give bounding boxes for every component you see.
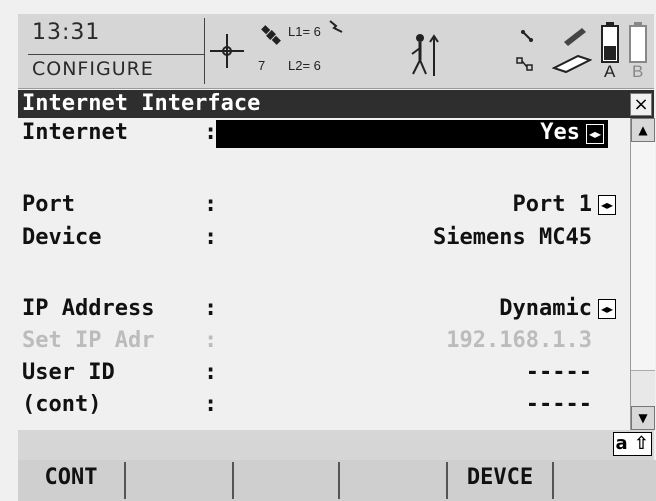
ip-address-row[interactable]: IP Address : Dynamic ◂▸ [18, 294, 630, 324]
scrollbar[interactable]: ▲ ▼ [630, 118, 655, 430]
connection-icon [520, 28, 534, 42]
device-row: Device : Siemens MC45 [18, 223, 630, 253]
device-screen: 13:31 CONFIGURE 7 L1= 6 L2= 6 A B Intern… [0, 0, 656, 501]
cont-row[interactable]: (cont) : ----- [18, 390, 630, 420]
f3-button[interactable] [234, 462, 340, 499]
device-value: Siemens MC45 [433, 225, 592, 250]
ip-address-value: Dynamic [499, 296, 592, 321]
colon: : [204, 296, 218, 321]
internet-spin-icon[interactable]: ◂▸ [586, 124, 604, 144]
scroll-up-icon[interactable]: ▲ [631, 118, 655, 142]
window-title-bar: Internet Interface × [18, 90, 654, 118]
window-title: Internet Interface [22, 91, 261, 116]
device-label: Device [22, 225, 102, 250]
ip-address-spin-icon[interactable]: ◂▸ [598, 299, 616, 319]
user-id-label: User ID [22, 360, 115, 385]
set-ip-label: Set IP Adr [22, 328, 155, 353]
f5-devce-button[interactable]: DEVCE [448, 462, 554, 499]
internet-label: Internet [22, 120, 128, 145]
network-icon [516, 56, 534, 71]
internet-select[interactable]: Yes ◂▸ [216, 120, 608, 148]
clock-time: 13:31 [32, 20, 101, 45]
close-button[interactable]: × [630, 93, 652, 116]
port-value: Port 1 [512, 192, 592, 217]
status-divider [204, 18, 205, 84]
status-bar: 13:31 CONFIGURE 7 L1= 6 L2= 6 A B [18, 14, 654, 89]
f1-cont-button[interactable]: CONT [18, 462, 126, 499]
mode-label: CONFIGURE [32, 58, 154, 80]
satellite-icon [258, 22, 284, 48]
colon: : [204, 225, 218, 250]
cont-value[interactable]: ----- [526, 390, 592, 420]
f4-button[interactable] [340, 462, 448, 499]
satellite-count: 7 [258, 58, 266, 73]
l1-count: L1= 6 [288, 24, 321, 39]
crosshair-icon [210, 34, 244, 68]
internet-value: Yes [540, 120, 580, 145]
ip-address-label: IP Address [22, 296, 155, 321]
port-label: Port [22, 192, 75, 217]
colon: : [204, 392, 218, 417]
caps-indicator: a ⇧ [612, 432, 652, 456]
colon: : [204, 328, 218, 353]
battery-b-icon [628, 22, 648, 64]
settings-form: Internet : Yes ◂▸ Port : Port 1 ◂▸ Devic… [18, 118, 630, 430]
set-ip-value: 192.168.1.3 [446, 328, 592, 353]
scroll-down-icon[interactable]: ▼ [631, 406, 655, 430]
battery-a-icon [600, 22, 620, 64]
function-key-bar: CONT DEVCE [18, 460, 656, 501]
user-id-value[interactable]: ----- [526, 358, 592, 388]
clock-divider [28, 54, 204, 55]
input-status-bar: a ⇧ [18, 430, 654, 460]
battery-b-label: B [632, 62, 644, 81]
survey-person-icon [410, 32, 442, 76]
colon: : [204, 192, 218, 217]
f6-button[interactable] [554, 462, 654, 499]
memory-card-icon [551, 54, 593, 74]
set-ip-row: Set IP Adr : 192.168.1.3 [18, 326, 630, 356]
port-row[interactable]: Port : Port 1 ◂▸ [18, 190, 630, 220]
l2-count: L2= 6 [288, 58, 321, 73]
pen-icon [560, 24, 590, 46]
lightning-icon [328, 18, 344, 33]
user-id-row[interactable]: User ID : ----- [18, 358, 630, 388]
cont-label: (cont) [22, 392, 102, 417]
battery-a-label: A [604, 62, 616, 81]
colon: : [204, 360, 218, 385]
port-spin-icon[interactable]: ◂▸ [598, 195, 616, 215]
scroll-thumb[interactable] [631, 142, 655, 371]
f2-button[interactable] [126, 462, 234, 499]
internet-row[interactable]: Internet : Yes ◂▸ [18, 118, 630, 148]
